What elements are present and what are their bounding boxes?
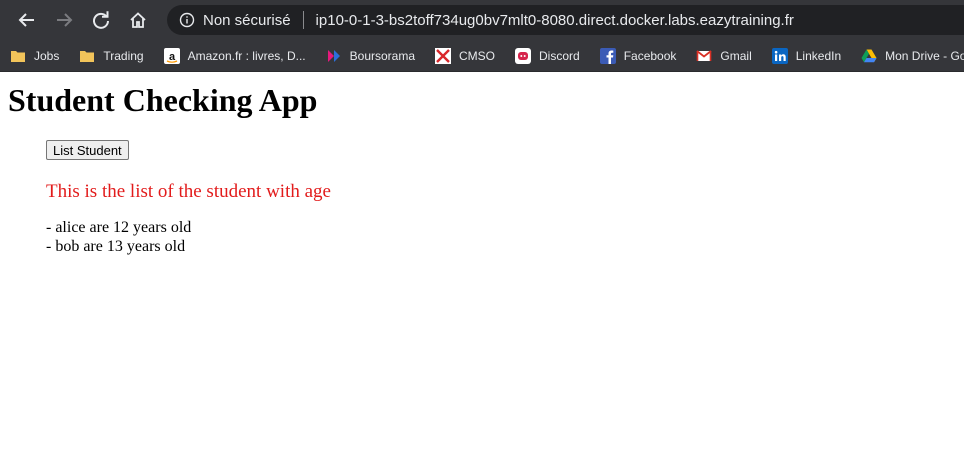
folder-icon xyxy=(11,50,25,62)
bookmark-label: Discord xyxy=(539,48,580,63)
cmso-icon xyxy=(435,47,452,64)
bookmark-label: LinkedIn xyxy=(795,48,842,63)
home-icon xyxy=(130,12,146,28)
facebook-icon xyxy=(599,47,616,64)
gmail-icon xyxy=(696,49,712,61)
bookmark-discord[interactable]: Discord xyxy=(505,42,588,70)
bookmark-label: Trading xyxy=(103,48,144,63)
bookmark-label: Gmail xyxy=(720,48,752,63)
browser-toolbar: Non sécurisé ip10-0-1-3-bs2toff734ug0bv7… xyxy=(0,0,964,40)
boursorama-icon xyxy=(327,49,340,62)
list-student-button[interactable]: List Student xyxy=(46,140,129,160)
drive-icon xyxy=(861,49,877,62)
bookmark-trading[interactable]: Trading xyxy=(69,42,151,70)
bookmark-cmso[interactable]: CMSO xyxy=(425,42,503,70)
amazon-icon: a xyxy=(163,47,180,64)
list-item: - bob are 13 years old xyxy=(46,238,186,255)
bookmarks-bar: Jobs Trading a Amazon.fr : livres, D... … xyxy=(0,40,964,72)
info-icon[interactable] xyxy=(179,12,195,28)
bookmark-gmail[interactable]: Gmail xyxy=(686,42,759,70)
reload-button[interactable] xyxy=(86,5,116,35)
bookmark-facebook[interactable]: Facebook xyxy=(590,42,685,70)
bookmark-drive[interactable]: Mon Drive - Googl... xyxy=(851,42,964,70)
security-status: Non sécurisé xyxy=(203,11,291,29)
arrow-right-icon xyxy=(57,13,73,27)
student-list: - alice are 12 years old - bob are 13 ye… xyxy=(46,218,956,256)
arrow-left-icon xyxy=(18,13,34,27)
address-bar[interactable]: Non sécurisé ip10-0-1-3-bs2toff734ug0bv7… xyxy=(167,5,964,35)
bookmark-label: Jobs xyxy=(34,48,60,63)
forward-button[interactable] xyxy=(49,5,79,35)
reload-icon xyxy=(93,11,109,29)
bookmark-jobs[interactable]: Jobs xyxy=(0,42,67,70)
bookmark-boursorama[interactable]: Boursorama xyxy=(316,42,423,70)
list-item: - alice are 12 years old xyxy=(46,219,192,236)
bookmark-label: Facebook xyxy=(623,48,677,63)
page-title: Student Checking App xyxy=(8,82,318,118)
main-content: List Student This is the list of the stu… xyxy=(46,118,956,256)
discord-icon xyxy=(515,47,532,64)
bookmark-amazon[interactable]: a Amazon.fr : livres, D... xyxy=(154,42,314,70)
linkedin-icon xyxy=(771,47,788,64)
page-content: Student Checking App List Student This i… xyxy=(0,82,964,256)
bookmark-label: Amazon.fr : livres, D... xyxy=(187,48,306,63)
home-button[interactable] xyxy=(123,5,153,35)
bookmark-label: Boursorama xyxy=(349,48,416,63)
bookmark-label: Mon Drive - Googl... xyxy=(885,48,964,63)
bookmark-linkedin[interactable]: LinkedIn xyxy=(762,42,849,70)
bookmark-label: CMSO xyxy=(459,48,496,63)
omnibox-divider xyxy=(302,11,304,29)
back-button[interactable] xyxy=(12,5,42,35)
student-list-heading: This is the list of the student with age xyxy=(46,181,331,202)
folder-icon xyxy=(80,50,95,62)
url-text[interactable]: ip10-0-1-3-bs2toff734ug0bv7mlt0-8080.dir… xyxy=(316,12,794,29)
